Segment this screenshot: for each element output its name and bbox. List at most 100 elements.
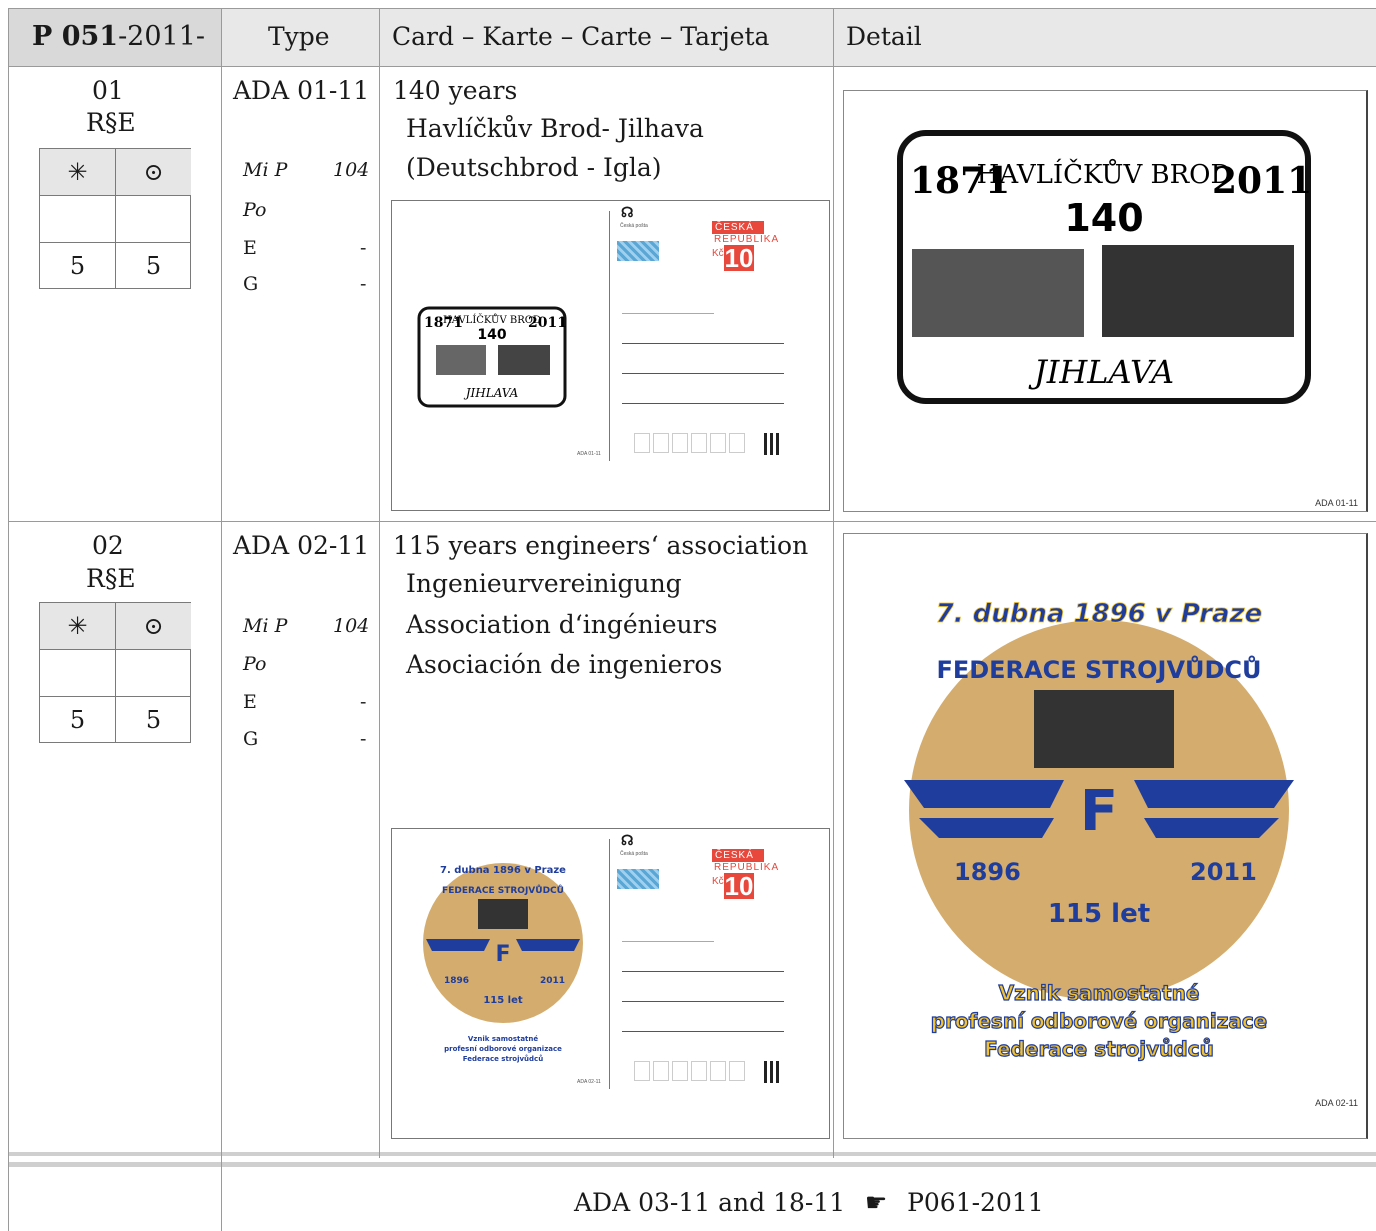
svg-text:F: F	[1080, 779, 1118, 844]
card-description: (Deutschbrod - Igla)	[406, 153, 662, 182]
stamp-currency: Kč	[712, 248, 724, 259]
post-horn-icon: ☊	[621, 204, 634, 220]
grid-line	[221, 8, 222, 1231]
postcard-image: ADA 02-11 ☊ Česká pošta ČESKÁ REPUBLIKA …	[391, 828, 830, 1139]
svg-text:2011: 2011	[1190, 858, 1257, 886]
federation-badge-large: 7. dubna 1896 v Praze FEDERACE STROJVŮDC…	[904, 599, 1294, 1062]
catalog-number: P 051-2011-	[32, 21, 206, 52]
mint-icon: ✳	[40, 603, 116, 650]
postcode-box	[710, 433, 726, 453]
grid-line	[8, 8, 9, 1231]
stamp: ČESKÁ REPUBLIKA Kč 10	[712, 849, 804, 899]
footer-note: ADA 03-11 and 18-11 ☛ P061-2011	[574, 1188, 1044, 1218]
used-icon: ⊙	[116, 149, 191, 196]
stamp-country: ČESKÁ	[712, 221, 764, 234]
grid-line	[8, 8, 1376, 9]
stamp-country: ČESKÁ	[712, 849, 764, 862]
svg-text:Vznik samostatné: Vznik samostatné	[468, 1035, 539, 1043]
federation-badge-small: 7. dubna 1896 v Praze FEDERACE STROJVŮDC…	[423, 863, 583, 1063]
svg-text:profesní odborové organizace: profesní odborové organizace	[931, 1009, 1268, 1033]
svg-text:140: 140	[477, 327, 506, 343]
g-label: G	[243, 728, 259, 750]
barcode-icon	[776, 1061, 779, 1083]
card-description: Association d‘ingénieurs	[406, 610, 718, 639]
svg-text:JIHLAVA: JIHLAVA	[1028, 353, 1174, 391]
grid-line	[379, 8, 380, 1158]
grid-line	[8, 66, 1376, 67]
detail-image: 7. dubna 1896 v Praze FEDERACE STROJVŮDC…	[843, 533, 1368, 1139]
post-horn-icon: ☊	[621, 832, 634, 848]
svg-text:JIHLAVA: JIHLAVA	[463, 386, 519, 400]
barcode-icon	[764, 1061, 767, 1083]
svg-text:140: 140	[1064, 196, 1143, 240]
row-number: 01	[92, 76, 124, 105]
barcode-icon	[770, 433, 773, 455]
used-value: 5	[145, 252, 162, 280]
stamp-value: 10	[724, 243, 754, 273]
barcode-icon	[776, 433, 779, 455]
svg-text:1896: 1896	[954, 858, 1021, 886]
g-label: G	[243, 273, 259, 295]
railway-design-large: 1871 2011 HAVLÍČKŮV BROD 140 JIHLAVA	[897, 130, 1312, 404]
used-icon: ⊙	[116, 603, 191, 650]
status-table: ✳ ⊙ 5 5	[39, 148, 191, 289]
address-line	[622, 1031, 784, 1032]
svg-text:Federace strojvůdců: Federace strojvůdců	[984, 1037, 1214, 1061]
stamp-value: 10	[724, 871, 754, 901]
row-rse: R§E	[86, 108, 136, 137]
michel-number: 104	[333, 159, 370, 181]
footer-reference[interactable]: P061-2011	[907, 1188, 1044, 1217]
status-cell	[40, 650, 116, 697]
postcode-box	[672, 1061, 688, 1081]
grid-thick-line	[8, 1162, 1376, 1167]
address-line	[622, 941, 714, 942]
status-cell	[40, 196, 116, 243]
detail-code: ADA 01-11	[1315, 498, 1358, 508]
card-description: 140 years	[393, 76, 518, 105]
postcode-box	[634, 433, 650, 453]
card-description: Ingenieurvereinigung	[406, 569, 682, 598]
svg-text:F: F	[495, 942, 510, 967]
card-divider	[609, 211, 610, 461]
post-label: Česká pošta	[620, 851, 648, 857]
footer-text: ADA 03-11 and 18-11	[574, 1188, 846, 1217]
e-value: -	[360, 691, 367, 713]
pofis-label: Po	[243, 199, 267, 221]
postcard-image: ADA 01-11 ☊ Česká pošta ČESKÁ REPUBLIKA …	[391, 200, 830, 511]
mint-value: 5	[40, 243, 116, 289]
stamp: ČESKÁ REPUBLIKA Kč 10	[712, 221, 804, 271]
card-divider	[609, 839, 610, 1089]
post-label: Česká pošta	[620, 223, 648, 229]
svg-text:115 let: 115 let	[483, 995, 523, 1006]
header-type: Type	[268, 22, 330, 51]
postcode-box	[653, 433, 669, 453]
svg-text:Vznik samostatné: Vznik samostatné	[999, 981, 1200, 1005]
card-code: ADA 01-11	[577, 451, 601, 457]
svg-text:7. dubna 1896 v Praze: 7. dubna 1896 v Praze	[936, 599, 1263, 629]
mint-icon: ✳	[40, 149, 116, 196]
svg-text:Federace strojvůdců: Federace strojvůdců	[463, 1054, 543, 1063]
card-code: ADA 02-11	[577, 1079, 601, 1085]
address-line	[622, 313, 714, 314]
header-card: Card – Karte – Carte – Tarjeta	[392, 22, 770, 51]
header-detail: Detail	[846, 22, 922, 51]
postcode-box	[710, 1061, 726, 1081]
grid-line	[833, 8, 834, 1158]
used-value: 5	[145, 706, 162, 734]
svg-text:FEDERACE STROJVŮDCŮ: FEDERACE STROJVŮDCŮ	[442, 884, 564, 896]
status-table: ✳ ⊙ 5 5	[39, 602, 191, 743]
detail-code: ADA 02-11	[1315, 1098, 1358, 1108]
grid-line	[8, 521, 1376, 522]
address-line	[622, 373, 784, 374]
stamp-currency: Kč	[712, 876, 724, 887]
postcode-box	[729, 1061, 745, 1081]
row-number: 02	[92, 531, 124, 560]
postcode-box	[672, 433, 688, 453]
address-line	[622, 403, 784, 404]
svg-text:HAVLÍČKŮV BROD: HAVLÍČKŮV BROD	[977, 158, 1232, 190]
svg-text:FEDERACE STROJVŮDCŮ: FEDERACE STROJVŮDCŮ	[936, 654, 1261, 684]
g-value: -	[360, 728, 367, 750]
pointing-hand-icon: ☛	[864, 1188, 888, 1217]
michel-label: Mi P	[243, 615, 288, 637]
pofis-label: Po	[243, 653, 267, 675]
